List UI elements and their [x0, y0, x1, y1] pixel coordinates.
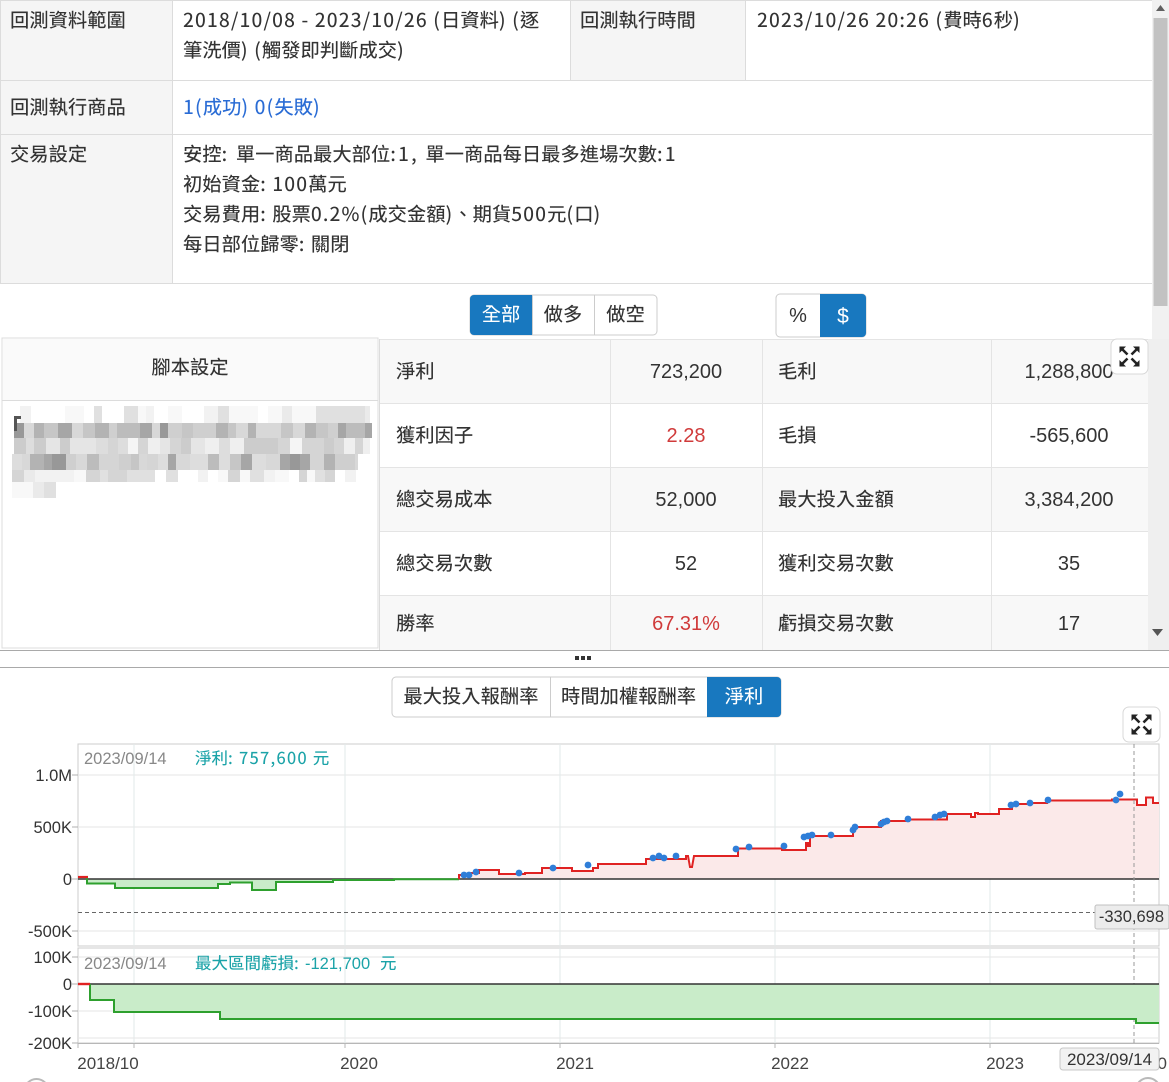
svg-text:2023/09/14: 2023/09/14	[1067, 1050, 1152, 1069]
svg-text:2023/09/14: 2023/09/14	[84, 750, 167, 768]
svg-text:%: %	[789, 305, 807, 327]
svg-text:-121,700: -121,700	[305, 955, 370, 973]
svg-text:$: $	[837, 305, 849, 328]
svg-text:35: 35	[1058, 553, 1080, 575]
svg-text:67.31%: 67.31%	[652, 613, 720, 635]
svg-text:-200K: -200K	[28, 1035, 72, 1053]
svg-text:2023: 2023	[986, 1054, 1024, 1073]
svg-text:17: 17	[1058, 613, 1080, 635]
svg-text:0: 0	[63, 976, 72, 994]
svg-text:2018/10: 2018/10	[77, 1054, 138, 1073]
svg-text:1.0M: 1.0M	[35, 767, 72, 785]
svg-text:-500K: -500K	[28, 923, 72, 941]
svg-text:-100K: -100K	[28, 1003, 72, 1021]
svg-text:-565,600: -565,600	[1030, 425, 1109, 447]
svg-text:2.28: 2.28	[667, 425, 706, 447]
svg-text:2021: 2021	[556, 1054, 594, 1073]
svg-text:100K: 100K	[33, 949, 72, 967]
svg-text:500K: 500K	[33, 819, 72, 837]
svg-text:3,384,200: 3,384,200	[1025, 489, 1114, 511]
svg-text:2023/09/14: 2023/09/14	[84, 955, 167, 973]
svg-text:723,200: 723,200	[650, 361, 722, 383]
svg-text:2022: 2022	[771, 1054, 809, 1073]
svg-text:0: 0	[63, 871, 72, 889]
svg-text:52: 52	[675, 553, 697, 575]
svg-text:2020: 2020	[340, 1054, 378, 1073]
svg-text:52,000: 52,000	[655, 489, 716, 511]
svg-text:1,288,800: 1,288,800	[1025, 361, 1114, 383]
svg-text:-330,698: -330,698	[1099, 908, 1164, 926]
